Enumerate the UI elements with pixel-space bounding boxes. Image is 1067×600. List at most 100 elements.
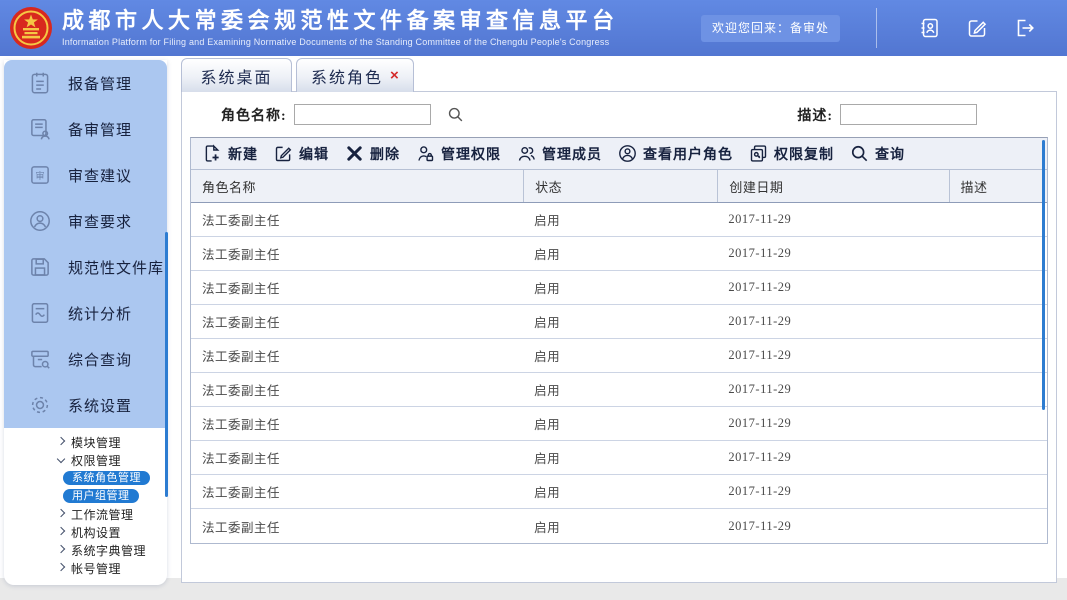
grid-scrollbar[interactable] — [1042, 140, 1045, 410]
sidebar-item-zonghe-chaxun[interactable]: 综合查询 — [4, 336, 167, 382]
sidebar-item-label: 系统设置 — [68, 397, 133, 415]
cell-description — [949, 407, 1047, 440]
tree-child-row: 用户组管理 — [4, 487, 167, 505]
cell-role-name: 法工委副主任 — [202, 282, 281, 296]
column-header-status: 状态 — [523, 170, 717, 202]
button-label: 查看用户角色 — [643, 147, 733, 163]
cell-description — [949, 441, 1047, 474]
description-input[interactable] — [840, 104, 977, 125]
close-icon[interactable]: × — [390, 67, 399, 84]
cell-status: 启用 — [534, 418, 561, 432]
cell-description — [949, 373, 1047, 406]
magnifier-icon — [851, 145, 868, 162]
role-name-input[interactable] — [293, 104, 431, 125]
tree-item-permission[interactable]: 权限管理 — [4, 451, 167, 469]
header-divider — [876, 8, 877, 48]
tab-system-roles[interactable]: 系统角色 × — [296, 58, 414, 92]
tab-label: 系统桌面 — [200, 69, 273, 87]
table-row[interactable]: 法工委副主任 启用 2017-11-29 — [191, 203, 1047, 237]
description-label: 描述: — [797, 108, 833, 124]
document-user-icon — [31, 119, 50, 140]
sidebar-item-baobei[interactable]: 报备管理 — [4, 60, 167, 106]
description-filter-group: 描述: — [797, 104, 977, 125]
button-label: 新建 — [228, 147, 258, 163]
national-emblem-logo — [10, 7, 52, 49]
edit-button[interactable]: 编辑 — [273, 143, 329, 164]
button-label: 权限复制 — [774, 147, 834, 163]
search-icon[interactable] — [446, 105, 465, 124]
cell-create-date: 2017-11-29 — [728, 450, 792, 464]
table-row[interactable]: 法工委副主任 启用 2017-11-29 — [191, 373, 1047, 407]
review-stamp-icon: 审 — [31, 166, 49, 184]
query-button[interactable]: 查询 — [849, 143, 905, 164]
sidebar-item-xitong-shezhi[interactable]: 系统设置 — [4, 382, 167, 428]
logout-icon[interactable] — [1013, 16, 1037, 40]
manage-members-button[interactable]: 管理成员 — [516, 143, 602, 164]
button-label: 管理权限 — [441, 147, 501, 163]
cell-role-name: 法工委副主任 — [202, 248, 281, 262]
table-row[interactable]: 法工委副主任 启用 2017-11-29 — [191, 509, 1047, 543]
sidebar: 报备管理 备审管理 审 审查建议 审查要求 规范性文件库 统计分析 综合查询 系… — [4, 60, 168, 585]
svg-text:审: 审 — [35, 170, 44, 181]
cell-create-date: 2017-11-29 — [728, 212, 792, 226]
welcome-user-button[interactable]: 欢迎您回来：备审处 — [701, 14, 840, 42]
cell-role-name: 法工委副主任 — [202, 350, 281, 364]
chevron-right-icon — [56, 436, 71, 447]
tree-item-workflow[interactable]: 工作流管理 — [4, 505, 167, 523]
manage-permissions-button[interactable]: 管理权限 — [415, 143, 501, 164]
edit-note-icon[interactable] — [965, 16, 989, 40]
cell-status: 启用 — [534, 452, 561, 466]
sidebar-item-beishen[interactable]: 备审管理 — [4, 106, 167, 152]
copy-permissions-button[interactable]: 权限复制 — [748, 143, 834, 164]
roles-grid: 新建 编辑 删除 管理权限 管理成员 查看用户角色 权限复制 查询 角色名称 状… — [190, 137, 1048, 544]
tree-item-dictionary[interactable]: 系统字典管理 — [4, 541, 167, 559]
table-row[interactable]: 法工委副主任 启用 2017-11-29 — [191, 237, 1047, 271]
clipboard-icon — [31, 72, 49, 94]
cell-create-date: 2017-11-29 — [728, 484, 792, 498]
view-user-roles-button[interactable]: 查看用户角色 — [617, 143, 733, 164]
tab-system-desktop[interactable]: 系统桌面 — [181, 58, 292, 92]
chevron-right-icon — [56, 526, 71, 537]
contact-card-icon[interactable] — [917, 16, 941, 40]
cell-description — [949, 305, 1047, 338]
table-row[interactable]: 法工委副主任 启用 2017-11-29 — [191, 407, 1047, 441]
chevron-down-icon — [56, 454, 71, 465]
table-body: 法工委副主任 启用 2017-11-29 法工委副主任 启用 2017-11-2… — [191, 203, 1047, 543]
tree-item-label: 系统字典管理 — [71, 543, 147, 558]
tree-item-account[interactable]: 帐号管理 — [4, 559, 167, 577]
table-row[interactable]: 法工委副主任 启用 2017-11-29 — [191, 305, 1047, 339]
table-row[interactable]: 法工委副主任 启用 2017-11-29 — [191, 271, 1047, 305]
user-lock-icon — [418, 146, 434, 162]
settings-tree: 模块管理 权限管理 系统角色管理 用户组管理 工作流管理 机构设置 系统字典管理… — [4, 428, 167, 577]
column-header-role-name: 角色名称 — [202, 179, 257, 195]
tree-item-organization[interactable]: 机构设置 — [4, 523, 167, 541]
button-label: 查询 — [875, 147, 905, 163]
delete-button[interactable]: 删除 — [344, 143, 400, 164]
table-row[interactable]: 法工委副主任 启用 2017-11-29 — [191, 475, 1047, 509]
button-label: 删除 — [370, 147, 400, 163]
cell-status: 启用 — [534, 248, 561, 262]
tree-item-user-groups[interactable]: 用户组管理 — [63, 489, 139, 503]
tree-item-label: 机构设置 — [71, 525, 122, 540]
tab-label: 系统角色 — [311, 69, 384, 87]
sidebar-item-wenjianku[interactable]: 规范性文件库 — [4, 244, 167, 290]
table-header-row: 角色名称 状态 创建日期 描述 — [191, 170, 1047, 203]
cell-role-name: 法工委副主任 — [202, 316, 281, 330]
cell-status: 启用 — [534, 350, 561, 364]
column-header-create-date: 创建日期 — [717, 170, 948, 202]
cell-create-date: 2017-11-29 — [728, 246, 792, 260]
chevron-right-icon — [56, 508, 71, 519]
sidebar-item-shencha-yaoqiu[interactable]: 审查要求 — [4, 198, 167, 244]
cell-create-date: 2017-11-29 — [728, 314, 792, 328]
table-row[interactable]: 法工委副主任 启用 2017-11-29 — [191, 339, 1047, 373]
table-row[interactable]: 法工委副主任 启用 2017-11-29 — [191, 441, 1047, 475]
sidebar-item-label: 报备管理 — [68, 75, 133, 93]
sidebar-item-shencha-jianyi[interactable]: 审 审查建议 — [4, 152, 167, 198]
app-header: 成都市人大常委会规范性文件备案审查信息平台 Information Platfo… — [0, 0, 1067, 56]
sidebar-item-tongji[interactable]: 统计分析 — [4, 290, 167, 336]
new-button[interactable]: 新建 — [202, 143, 258, 164]
cell-create-date: 2017-11-29 — [728, 416, 792, 430]
sidebar-scrollbar[interactable] — [165, 232, 168, 497]
tree-item-system-roles[interactable]: 系统角色管理 — [63, 471, 150, 485]
tree-item-module[interactable]: 模块管理 — [4, 433, 167, 451]
